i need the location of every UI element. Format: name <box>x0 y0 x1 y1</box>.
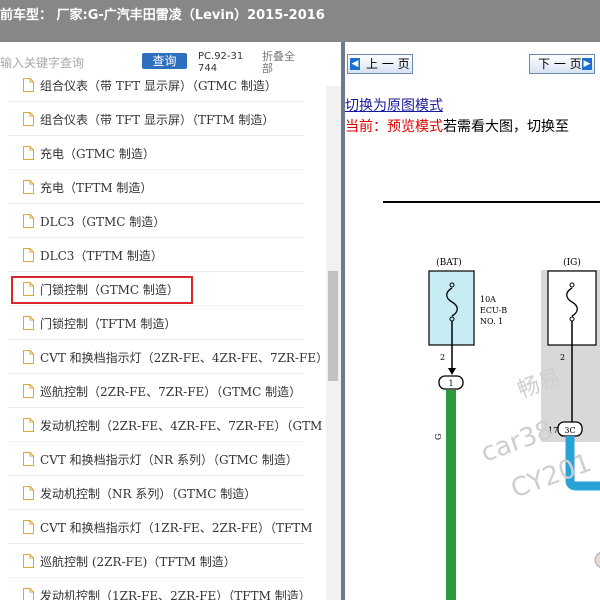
current-prefix: 当前： <box>345 119 387 135</box>
prev-page-label: 上 一 页 <box>366 57 410 71</box>
list-item-label: DLC3（TFTM 制造） <box>40 249 163 263</box>
list-item[interactable]: 发动机控制（NR 系列）（GTMC 制造） <box>0 476 326 510</box>
list-item-label: 发动机控制（2ZR-FE、4ZR-FE、7ZR-FE）（GTM <box>40 419 323 433</box>
diagram-edge-component <box>594 552 600 568</box>
list-item-label: 充电（TFTM 制造） <box>40 181 153 195</box>
document-icon <box>23 214 34 228</box>
list-item[interactable]: 发动机控制（2ZR-FE、4ZR-FE、7ZR-FE）（GTM <box>0 408 326 442</box>
prev-page-button[interactable]: ◀ 上 一 页 <box>347 54 413 74</box>
switch-original-mode-link[interactable]: 切换为原图模式 <box>345 95 443 115</box>
next-page-label: 下 一 页 <box>538 57 582 71</box>
window-title: 前车型： 厂家:G-广汽丰田雷凌（Levin）2015-2016 <box>0 8 325 23</box>
list-item-label: DLC3（GTMC 制造） <box>40 215 166 229</box>
wiring-diagram[interactable]: (BAT) 10A ECU-B NO. 1 2 1 G (IG) 2 17 3C… <box>345 140 600 600</box>
list-item-label: 充电（GTMC 制造） <box>40 147 155 161</box>
document-icon <box>23 588 34 600</box>
list-item[interactable]: 巡航控制（2ZR-FE、7ZR-FE）（GTMC 制造） <box>0 374 326 408</box>
viewer-panel: ◀ 上 一 页 下 一 页 ▶ 切换为原图模式 当前：预览模式若需看大图，切换至… <box>345 42 600 600</box>
document-icon <box>23 486 34 500</box>
document-icon <box>23 418 34 432</box>
list-item-label: CVT 和换档指示灯（2ZR-FE、4ZR-FE、7ZR-FE） <box>40 351 329 365</box>
list-item[interactable]: CVT 和换档指示灯（1ZR-FE、2ZR-FE）（TFTM <box>0 510 326 544</box>
arrow-right-icon: ▶ <box>582 58 592 70</box>
list-item-label: 门锁控制（TFTM 制造） <box>40 317 177 331</box>
document-icon <box>23 316 34 330</box>
scrollbar-thumb[interactable] <box>328 271 338 381</box>
bat-label: (BAT) <box>436 257 462 268</box>
wire-left-arrow <box>448 368 456 375</box>
pin-right: 2 <box>560 353 565 362</box>
left-panel: 查询 PC.92-31744 折叠全部 组合仪表（带 TFT 显示屏）（GTMC… <box>0 42 341 600</box>
list-item-label: 发动机控制（1ZR-FE、2ZR-FE）（TFTM 制造） <box>40 589 311 600</box>
document-icon <box>23 180 34 194</box>
list-item[interactable]: 充电（TFTM 制造） <box>0 170 326 204</box>
status-line: 当前：预览模式若需看大图，切换至 <box>345 116 569 136</box>
list-item[interactable]: 发动机控制（1ZR-FE、2ZR-FE）（TFTM 制造） <box>0 578 326 600</box>
list-item[interactable]: CVT 和换档指示灯（2ZR-FE、4ZR-FE、7ZR-FE） <box>0 340 329 374</box>
document-icon <box>23 248 34 262</box>
watermark-line-2: car38 <box>477 415 557 469</box>
document-icon <box>23 554 34 568</box>
connector-right-label: 3C <box>564 426 575 435</box>
document-icon <box>23 146 34 160</box>
list-item-label: 组合仪表（带 TFT 显示屏）（GTMC 制造） <box>40 79 277 93</box>
wire-color-label: G <box>434 434 443 440</box>
list-scrollbar[interactable] <box>326 86 341 600</box>
fuse-number: NO. 1 <box>480 317 503 326</box>
list-item-label: 巡航控制（2ZR-FE、7ZR-FE）（GTMC 制造） <box>40 385 302 399</box>
document-icon <box>23 520 34 534</box>
fuse-amp: 10A <box>480 295 496 304</box>
arrow-left-icon: ◀ <box>350 58 360 70</box>
hint-text: 若需看大图，切换至 <box>443 119 569 135</box>
document-icon <box>23 452 34 466</box>
next-page-button[interactable]: 下 一 页 ▶ <box>529 54 595 74</box>
document-icon <box>23 350 34 364</box>
pin-left: 2 <box>440 353 445 362</box>
list-item[interactable]: 巡航控制 (2ZR-FE)（TFTM 制造） <box>0 544 326 578</box>
list-item[interactable]: 充电（GTMC 制造） <box>0 136 326 170</box>
list-item-label: CVT 和换档指示灯（NR 系列）（GTMC 制造） <box>40 453 298 467</box>
list-item[interactable]: 门锁控制（TFTM 制造） <box>0 306 326 340</box>
mode-label: 预览模式 <box>387 119 443 135</box>
list-item[interactable]: 组合仪表（带 TFT 显示屏）（TFTM 制造） <box>0 102 326 136</box>
list-item[interactable]: 组合仪表（带 TFT 显示屏）（GTMC 制造） <box>0 68 326 102</box>
fuse-name: ECU-B <box>480 306 507 315</box>
list-item-label: 发动机控制（NR 系列）（GTMC 制造） <box>40 487 257 501</box>
list-item-label: 巡航控制 (2ZR-FE)（TFTM 制造） <box>40 555 236 569</box>
title-bar: 前车型： 厂家:G-广汽丰田雷凌（Levin）2015-2016 <box>0 0 600 42</box>
page-nav-bar: ◀ 上 一 页 下 一 页 ▶ <box>345 42 600 87</box>
search-button[interactable]: 查询 <box>142 53 187 69</box>
list-item-label: CVT 和换档指示灯（1ZR-FE、2ZR-FE）（TFTM <box>40 521 313 535</box>
list-item[interactable]: CVT 和换档指示灯（NR 系列）（GTMC 制造） <box>0 442 326 476</box>
document-icon <box>23 384 34 398</box>
ig-label: (IG) <box>563 257 581 268</box>
document-icon <box>23 112 34 126</box>
connector-left-label: 1 <box>448 379 453 388</box>
list-item[interactable]: DLC3（TFTM 制造） <box>0 238 326 272</box>
selected-item-highlight <box>11 276 193 304</box>
list-item-label: 组合仪表（带 TFT 显示屏）（TFTM 制造） <box>40 113 275 127</box>
wire-green <box>446 390 456 600</box>
document-icon <box>23 78 34 92</box>
list-item[interactable]: DLC3（GTMC 制造） <box>0 204 326 238</box>
